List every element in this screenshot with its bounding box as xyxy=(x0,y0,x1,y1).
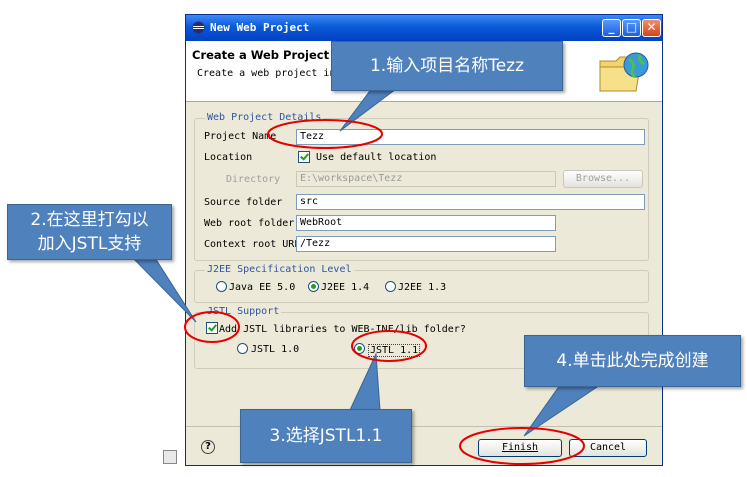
title-bar: New Web Project _ □ ✕ xyxy=(186,15,662,41)
eclipse-icon xyxy=(192,21,205,34)
wizard-title: Create a Web Project xyxy=(192,48,330,62)
finish-button[interactable]: Finish xyxy=(478,439,562,457)
background-app-icon xyxy=(163,450,177,464)
radio-java-ee-5[interactable] xyxy=(216,281,227,292)
context-root-url-label: Context root URL xyxy=(204,239,301,250)
project-name-label: Project Name xyxy=(204,131,277,142)
j2ee-1-3-label: J2EE 1.3 xyxy=(398,282,447,293)
j2ee-1-4-label: J2EE 1.4 xyxy=(321,282,370,293)
directory-label: Directory xyxy=(226,174,281,185)
close-button[interactable]: ✕ xyxy=(642,19,661,37)
callout-select-jstl: 3.选择JSTL1.1 xyxy=(240,409,412,463)
source-folder-input[interactable]: src xyxy=(296,194,645,210)
callout-finish: 4.单击此处完成创建 xyxy=(524,335,741,387)
maximize-button[interactable]: □ xyxy=(622,19,641,37)
radio-j2ee-1-4[interactable] xyxy=(308,281,319,292)
radio-jstl-1-0[interactable] xyxy=(237,343,248,354)
jstl-1-0-label: JSTL 1.0 xyxy=(251,344,300,355)
add-jstl-checkbox[interactable] xyxy=(206,322,218,334)
use-default-location-label: Use default location xyxy=(316,152,437,163)
details-legend: Web Project Details xyxy=(205,112,324,123)
help-icon[interactable]: ? xyxy=(201,440,215,454)
directory-input[interactable]: E:\workspace\Tezz xyxy=(296,171,556,187)
radio-jstl-1-1[interactable] xyxy=(354,343,365,354)
callout-jstl-checkbox: 2.在这里打勾以 加入JSTL支持 xyxy=(7,204,172,260)
window-title: New Web Project xyxy=(210,21,310,34)
project-name-input[interactable]: Tezz xyxy=(296,129,645,145)
source-folder-label: Source folder xyxy=(204,197,283,208)
jstl-legend: JSTL Support xyxy=(205,306,282,317)
j2ee-legend: J2EE Specification Level xyxy=(205,264,354,275)
use-default-location-checkbox[interactable] xyxy=(298,151,310,163)
callout-jstl-checkbox-line1: 2.在这里打勾以 xyxy=(30,210,149,230)
cancel-button[interactable]: Cancel xyxy=(569,439,647,457)
web-root-folder-input[interactable]: WebRoot xyxy=(296,215,556,231)
location-label: Location xyxy=(204,152,253,163)
java-ee-5-label: Java EE 5.0 xyxy=(229,282,296,293)
web-root-folder-label: Web root folder xyxy=(204,218,295,229)
jstl-1-1-label: JSTL 1.1 xyxy=(368,344,421,357)
radio-j2ee-1-3[interactable] xyxy=(385,281,396,292)
add-jstl-label: Add JSTL libraries to WEB-INF/lib folder… xyxy=(219,324,466,335)
web-folder-icon xyxy=(599,52,649,92)
wizard-description: Create a web project in xyxy=(197,68,336,79)
minimize-button[interactable]: _ xyxy=(602,19,621,37)
browse-button[interactable]: Browse... xyxy=(563,170,643,188)
callout-jstl-checkbox-line2: 加入JSTL支持 xyxy=(37,234,142,254)
context-root-url-input[interactable]: /Tezz xyxy=(296,236,556,252)
callout-project-name: 1.输入项目名称Tezz xyxy=(331,41,563,91)
